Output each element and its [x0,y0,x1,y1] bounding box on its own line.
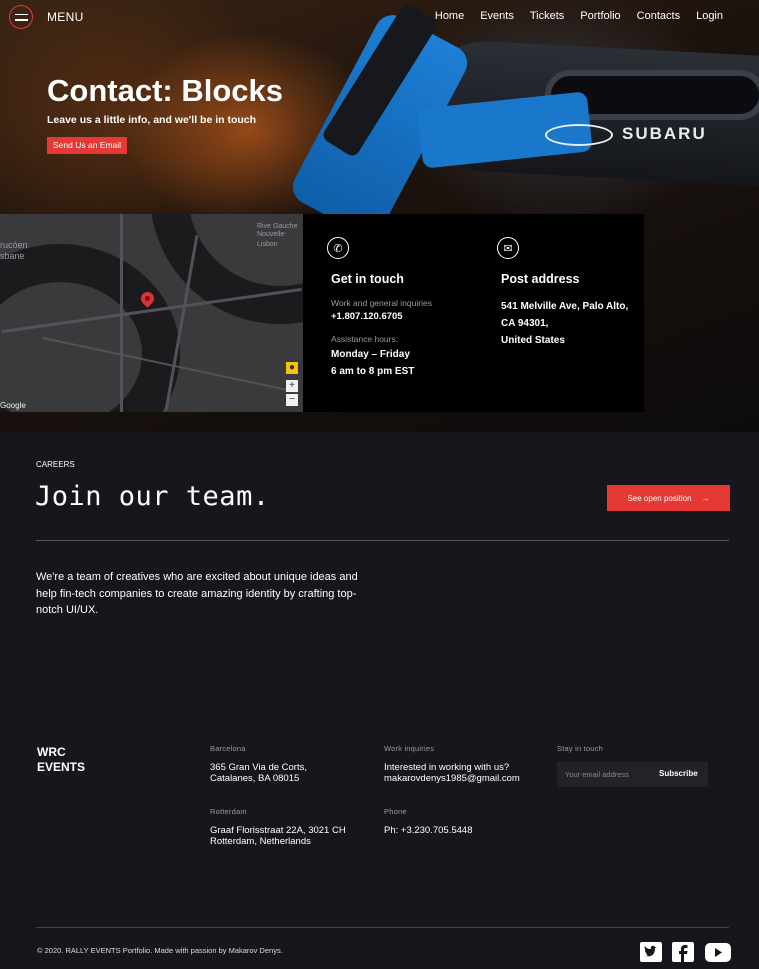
rotterdam-label: Rotterdam [210,807,247,816]
barcelona-label: Barcelona [210,744,246,753]
address-line-1: 541 Melville Ave, Palo Alto, [501,301,629,312]
email-field[interactable] [565,767,655,782]
car-brand-logo [545,124,613,146]
map-road [120,214,123,412]
hours-label: Assistance hours: [331,334,399,344]
get-in-touch-title: Get in touch [331,272,404,286]
map-widget[interactable]: rucóen sbane Rive Gauche Nouvelle-Lisbon… [0,214,303,412]
careers-tag: CAREERS [36,460,75,469]
assistance-hours: 6 am to 8 pm EST [331,366,415,377]
careers-title: Join our team. [35,481,270,512]
subscribe-button[interactable]: Subscribe [659,769,698,778]
assistance-days: Monday – Friday [331,349,410,360]
car-brand-text: SUBARU [622,124,707,143]
nav-contacts[interactable]: Contacts [637,10,680,22]
main-nav: Home Events Tickets Portfolio Contacts L… [435,10,723,22]
page-title: Contact: Blocks [47,73,283,108]
inquiries-label: Work and general inquiries [331,298,432,308]
work-email-link[interactable]: makarovdenys1985@gmail.com [384,773,520,784]
arrow-right-icon: → [701,493,710,503]
barcelona-line-1: 365 Gran Via de Corts, [210,762,307,773]
top-bar: MENU Home Events Tickets Portfolio Conta… [0,0,759,34]
send-email-button[interactable]: Send Us an Email [47,137,128,154]
section-divider [36,540,729,541]
facebook-icon[interactable] [671,941,695,963]
footer-divider [36,927,729,928]
map-label: Nouvelle-Lisbon [257,231,287,248]
stay-in-touch-label: Stay in touch [557,744,603,753]
nav-home[interactable]: Home [435,10,464,22]
rotterdam-line-1: Graaf Florisstraat 22A, 3021 CH [210,825,346,836]
pegman-icon[interactable]: ● [286,362,298,374]
footer-logo[interactable]: WRC EVENTS [37,745,117,775]
subscribe-form: Subscribe [557,762,708,787]
nav-login[interactable]: Login [696,10,723,22]
see-open-position-label: See open position [627,493,692,503]
contact-phone[interactable]: +1.807.120.6705 [331,311,403,322]
menu-icon[interactable] [9,5,33,29]
twitter-icon[interactable] [639,941,663,963]
zoom-in-button[interactable]: + [286,380,298,392]
menu-label[interactable]: MENU [47,10,84,24]
page: SUBARU MENU Home Events Tickets Portfoli… [0,0,759,969]
address-line-2: CA 94301, [501,318,549,329]
careers-description: We're a team of creatives who are excite… [36,571,358,616]
nav-events[interactable]: Events [480,10,514,22]
address-line-3: United States [501,335,565,346]
work-inquiries-text: Interested in working with us? [384,762,510,773]
map-label: sbane [0,251,25,261]
see-open-position-button[interactable]: See open position → [607,485,730,511]
footer-logo-line1: WRC [37,745,66,759]
nav-portfolio[interactable]: Portfolio [580,10,620,22]
rotterdam-line-2: Rotterdam, Netherlands [210,836,311,847]
footer-logo-line2: EVENTS [37,760,86,774]
nav-tickets[interactable]: Tickets [530,10,564,22]
post-address-title: Post address [501,272,580,286]
hero-subtitle: Leave us a little info, and we'll be in … [47,114,257,126]
work-inquiries-label: Work inquiries [384,744,435,753]
youtube-icon[interactable] [704,941,731,963]
google-attribution: Google [0,401,26,410]
zoom-out-button[interactable]: − [286,394,298,406]
map-label: rucóen [0,240,28,250]
phone-icon: ✆ [327,237,349,259]
copyright-text: © 2020. RALLY EVENTS Portfolio. Made wit… [37,946,283,955]
phone-label: Phone [384,807,407,816]
barcelona-line-2: Catalanes, BA 08015 [210,773,300,784]
mail-icon: ✉ [497,237,519,259]
footer-phone[interactable]: Ph: +3.230.705.5448 [384,825,472,836]
